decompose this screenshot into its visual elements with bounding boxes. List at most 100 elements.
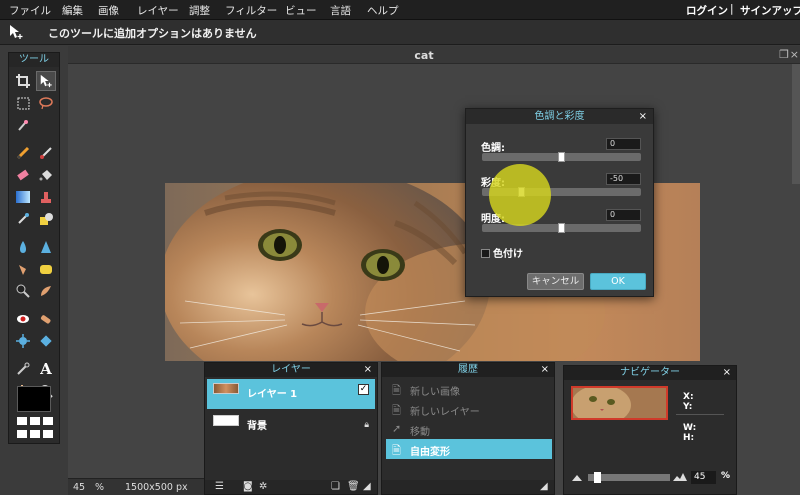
layer-thumbnail xyxy=(213,383,239,394)
text-tool-icon[interactable]: A xyxy=(36,359,56,379)
dialog-close-icon[interactable]: × xyxy=(639,109,647,124)
sponge-icon[interactable] xyxy=(36,259,56,279)
ok-button[interactable]: OK xyxy=(590,273,646,290)
layer-row-1[interactable]: レイヤー 1 ✓ xyxy=(207,379,375,409)
navigator-zoom: 45 % xyxy=(570,470,732,486)
menu-language[interactable]: 言語 xyxy=(330,3,351,18)
menu-image[interactable]: 画像 xyxy=(98,3,119,18)
trash-icon[interactable]: 🗑︎ xyxy=(347,481,360,492)
new-layer-icon[interactable]: ❏ xyxy=(331,481,340,492)
history-item[interactable]: ➚ 移動 xyxy=(386,419,552,439)
colorize-checkbox-box[interactable] xyxy=(481,249,490,258)
crop-icon[interactable] xyxy=(13,71,33,91)
navigator-close-icon[interactable]: × xyxy=(723,366,731,380)
menu-layer[interactable]: レイヤー xyxy=(137,3,179,18)
move-tool-icon xyxy=(10,25,23,39)
layers-titlebar: レイヤー × xyxy=(205,363,377,377)
history-title: 履歴 xyxy=(458,364,478,375)
history-item[interactable]: 🗎 新しい画像 xyxy=(386,379,552,399)
options-bar: このツールに追加オプションはありません xyxy=(0,20,800,45)
navigator-divider xyxy=(676,414,724,415)
history-item[interactable]: 🗎 新しいレイヤー xyxy=(386,399,552,419)
restore-icon[interactable]: ❐ xyxy=(779,48,789,61)
shape-icon[interactable] xyxy=(36,209,56,229)
colorize-checkbox[interactable]: 色付け xyxy=(481,245,523,260)
color-picker-icon[interactable] xyxy=(13,359,33,379)
toolbox-title: ツール xyxy=(9,53,59,67)
color-replace-icon[interactable] xyxy=(13,209,33,229)
gradient-icon[interactable] xyxy=(13,187,33,207)
stamp-icon[interactable] xyxy=(36,187,56,207)
lock-icon: 🔒︎ xyxy=(364,420,369,430)
nav-x-label: X: xyxy=(683,392,694,402)
signup-link[interactable]: サインアップ xyxy=(740,3,800,18)
layers-panel: レイヤー × レイヤー 1 ✓ 背景 🔒︎ ☰ ◙ ✲ ❏ 🗑︎ ◢ xyxy=(204,362,378,495)
layer-row-background[interactable]: 背景 🔒︎ xyxy=(207,411,375,441)
layer-settings-icon[interactable]: ☰ xyxy=(215,481,224,492)
history-titlebar: 履歴 × xyxy=(382,363,554,377)
colorize-label: 色付け xyxy=(493,249,523,260)
history-close-icon[interactable]: × xyxy=(541,363,549,377)
marquee-icon[interactable] xyxy=(13,93,33,113)
layers-close-icon[interactable]: × xyxy=(364,363,372,377)
zoom-in-icon[interactable] xyxy=(673,472,687,481)
history-item-selected[interactable]: 🗎 自由変形 xyxy=(386,439,552,459)
menu-help[interactable]: ヘルプ xyxy=(367,3,399,18)
close-document-icon[interactable]: × xyxy=(790,48,799,61)
grid-icon[interactable] xyxy=(17,417,53,439)
vertical-scrollbar[interactable] xyxy=(792,64,800,184)
pinch-icon[interactable] xyxy=(36,331,56,351)
primary-color-swatch[interactable] xyxy=(17,386,51,412)
menu-edit[interactable]: 編集 xyxy=(62,3,83,18)
eraser-icon[interactable] xyxy=(13,165,33,185)
sharpen-icon[interactable] xyxy=(36,237,56,257)
layer-style-icon[interactable]: ✲ xyxy=(259,481,267,492)
navigator-thumbnail[interactable] xyxy=(571,386,668,420)
hue-value-field[interactable]: 0 xyxy=(606,138,641,150)
navigator-titlebar: ナビゲーター × xyxy=(564,366,736,380)
login-link[interactable]: ログイン xyxy=(686,3,728,18)
menu-filter[interactable]: フィルター xyxy=(225,3,277,18)
move-icon[interactable] xyxy=(36,71,56,91)
menu-file[interactable]: ファイル xyxy=(9,3,51,18)
resize-grip-icon[interactable]: ◢ xyxy=(540,481,548,492)
menu-adjust[interactable]: 調整 xyxy=(189,3,210,18)
hue-slider[interactable] xyxy=(482,152,641,162)
nav-w-label: W: xyxy=(683,423,697,433)
pencil-icon[interactable] xyxy=(13,143,33,163)
layer-name: 背景 xyxy=(247,421,267,432)
bloat-icon[interactable] xyxy=(13,331,33,351)
burn-icon[interactable] xyxy=(36,281,56,301)
navigator-zoom-value[interactable]: 45 xyxy=(691,471,716,484)
spot-heal-icon[interactable] xyxy=(36,309,56,329)
status-zoom-unit: % xyxy=(95,482,105,493)
lasso-icon[interactable] xyxy=(36,93,56,113)
navigator-title: ナビゲーター xyxy=(620,367,680,378)
resize-grip-icon[interactable]: ◢ xyxy=(363,481,371,492)
auth-separator: | xyxy=(730,3,734,15)
layers-title: レイヤー xyxy=(271,364,311,375)
blur-icon[interactable] xyxy=(13,237,33,257)
dodge-icon[interactable] xyxy=(13,281,33,301)
navigator-panel: ナビゲーター × X: Y: W: H: 45 % xyxy=(563,365,737,495)
zoom-slider-thumb[interactable] xyxy=(594,472,601,483)
lightness-value-field[interactable]: 0 xyxy=(606,209,641,221)
options-message: このツールに追加オプションはありません xyxy=(48,27,257,40)
layer-visibility-checkbox[interactable]: ✓ xyxy=(358,384,369,395)
status-zoom[interactable]: 45 xyxy=(73,482,85,493)
red-eye-icon[interactable] xyxy=(13,309,33,329)
lightness-slider[interactable] xyxy=(482,223,641,233)
zoom-out-icon[interactable] xyxy=(572,475,582,481)
fill-bucket-icon[interactable] xyxy=(36,165,56,185)
menu-view[interactable]: ビュー xyxy=(285,3,317,18)
lightness-slider-thumb[interactable] xyxy=(558,223,565,233)
hue-label: 色調: xyxy=(481,143,505,154)
hue-slider-thumb[interactable] xyxy=(558,152,565,162)
saturation-value-field[interactable]: -50 xyxy=(606,173,641,185)
cancel-button[interactable]: キャンセル xyxy=(527,273,584,290)
brush-icon[interactable] xyxy=(36,143,56,163)
smudge-icon[interactable] xyxy=(13,259,33,279)
layer-mask-icon[interactable]: ◙ xyxy=(243,481,253,492)
magic-wand-icon[interactable] xyxy=(13,115,33,135)
dialog-title: 色調と彩度 xyxy=(534,111,585,122)
